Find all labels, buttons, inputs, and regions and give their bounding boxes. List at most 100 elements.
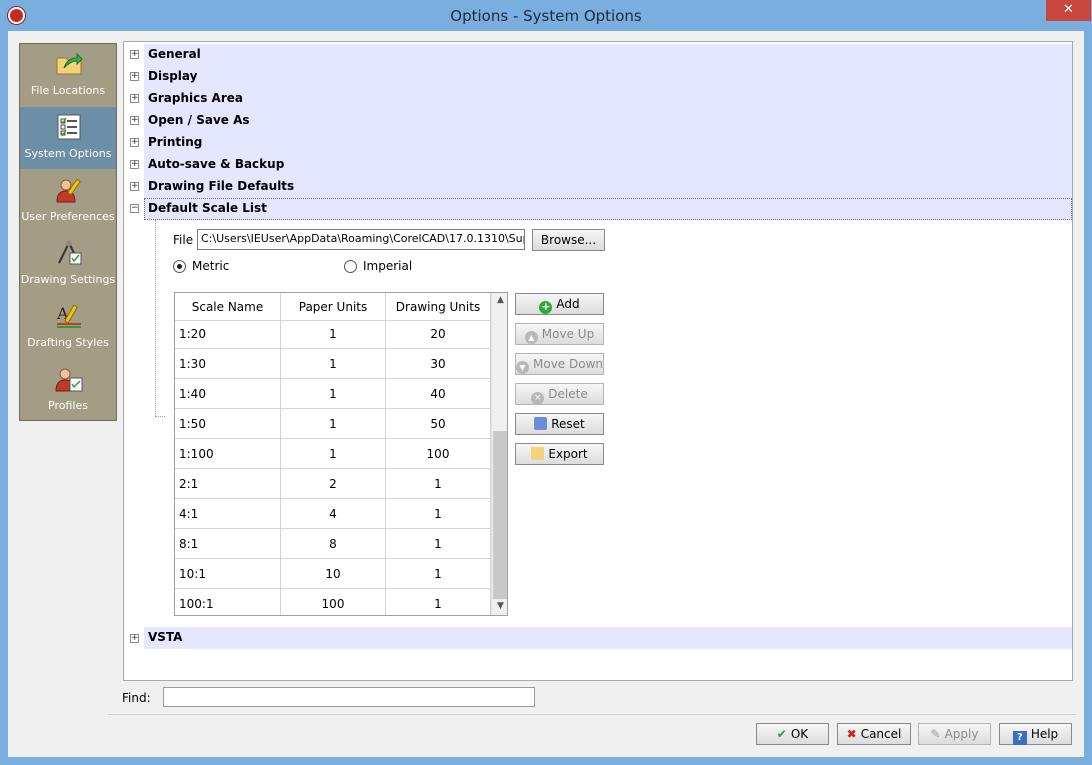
find-input[interactable] <box>163 687 535 707</box>
table-cell: 1 <box>386 469 491 499</box>
table-cell: 1:50 <box>175 409 281 439</box>
section-general[interactable]: General <box>144 44 1072 66</box>
footer-divider <box>108 714 1076 715</box>
move-up-button[interactable]: ▲ Move Up <box>515 323 604 345</box>
scale-file-path-field[interactable]: C:\Users\IEUser\AppData\Roaming\CorelCAD… <box>197 229 525 250</box>
table-row[interactable]: 1:40 1 40 <box>175 379 491 409</box>
sidebar-item-drafting-styles[interactable]: A Drafting Styles <box>20 296 116 358</box>
sidebar-item-file-locations[interactable]: File Locations <box>20 44 116 106</box>
sidebar-item-system-options[interactable]: System Options <box>20 107 116 169</box>
tree-guide-line <box>155 220 156 416</box>
expand-icon[interactable]: + <box>130 72 139 81</box>
scroll-up-icon[interactable]: ▲ <box>492 293 507 308</box>
table-cell: 1 <box>386 529 491 559</box>
section-display[interactable]: Display <box>144 66 1072 88</box>
plus-icon: + <box>539 300 553 314</box>
section-vsta[interactable]: VSTA <box>144 627 1072 649</box>
apply-icon: ✎ <box>930 727 941 741</box>
table-cell: 40 <box>386 379 491 409</box>
expand-icon[interactable]: + <box>130 634 139 643</box>
help-button[interactable]: ? Help <box>999 723 1072 745</box>
table-row[interactable]: 1:50 1 50 <box>175 409 491 439</box>
section-printing[interactable]: Printing <box>144 132 1072 154</box>
delete-x-icon: × <box>531 392 545 405</box>
imperial-label[interactable]: Imperial <box>363 259 412 273</box>
expand-icon[interactable]: + <box>130 50 139 59</box>
scrollbar-thumb[interactable] <box>493 431 507 599</box>
table-row[interactable]: 10:1 10 1 <box>175 559 491 589</box>
browse-button[interactable]: Browse... <box>532 229 605 251</box>
table-vertical-scrollbar[interactable]: ▲ ▼ <box>491 293 507 615</box>
table-row[interactable]: 2:1 2 1 <box>175 469 491 499</box>
reset-button[interactable]: Reset <box>515 413 604 435</box>
expand-icon[interactable]: + <box>130 116 139 125</box>
sidebar-item-drawing-settings[interactable]: Drawing Settings <box>20 233 116 295</box>
collapse-icon[interactable]: − <box>130 204 139 213</box>
sidebar-item-label: System Options <box>24 147 112 160</box>
help-icon: ? <box>1012 731 1027 745</box>
table-row[interactable]: 8:1 8 1 <box>175 529 491 559</box>
table-cell: 1 <box>386 499 491 529</box>
table-cell: 1 <box>281 379 386 409</box>
apply-button[interactable]: ✎ Apply <box>918 723 991 745</box>
sidebar-item-label: Drafting Styles <box>27 336 109 349</box>
export-button[interactable]: Export <box>515 443 604 465</box>
table-cell: 100 <box>281 589 386 615</box>
table-row[interactable]: 1:100 1 100 <box>175 439 491 469</box>
section-drawing-file-defaults[interactable]: Drawing File Defaults <box>144 176 1072 198</box>
table-cell: 8 <box>281 529 386 559</box>
section-graphics-area[interactable]: Graphics Area <box>144 88 1072 110</box>
sidebar-item-label: File Locations <box>30 84 106 97</box>
imperial-radio[interactable] <box>344 260 357 273</box>
metric-radio[interactable] <box>173 260 186 273</box>
arrow-down-icon: ▼ <box>516 361 529 374</box>
table-row[interactable]: 1:20 1 20 <box>175 319 491 349</box>
table-cell: 1:100 <box>175 439 281 469</box>
table-cell: 1 <box>281 349 386 379</box>
folder-arrow-icon <box>56 52 83 75</box>
user-pencil-icon <box>56 178 81 203</box>
cancel-button[interactable]: ✖ Cancel <box>837 723 911 745</box>
expand-icon[interactable]: + <box>130 138 139 147</box>
cancel-x-icon: ✖ <box>846 727 857 741</box>
table-cell: 1 <box>386 559 491 589</box>
table-row[interactable]: 4:1 4 1 <box>175 499 491 529</box>
section-auto-save-backup[interactable]: Auto-save & Backup <box>144 154 1072 176</box>
expand-icon[interactable]: + <box>130 182 139 191</box>
section-open-save-as[interactable]: Open / Save As <box>144 110 1072 132</box>
scale-list-table: Scale Name Paper Units Drawing Units 1:2… <box>174 292 508 616</box>
sidebar-item-user-preferences[interactable]: User Preferences <box>20 170 116 232</box>
table-cell: 1 <box>386 589 491 615</box>
table-cell: 1 <box>281 409 386 439</box>
checklist-icon <box>57 114 81 140</box>
delete-button[interactable]: × Delete <box>515 383 604 405</box>
expand-icon[interactable]: + <box>130 94 139 103</box>
table-cell: 1:40 <box>175 379 281 409</box>
profiles-icon <box>55 368 83 392</box>
table-cell: 1:20 <box>175 319 281 349</box>
sidebar-item-profiles[interactable]: Profiles <box>20 359 116 421</box>
options-window: Options - System Options ✕ File Location… <box>0 0 1092 765</box>
table-row[interactable]: 100:1 100 1 <box>175 589 491 615</box>
category-sidebar: File Locations System Options User Prefe… <box>19 43 117 421</box>
table-row[interactable]: 1:30 1 30 <box>175 349 491 379</box>
table-cell: 1:30 <box>175 349 281 379</box>
column-header-drawing-units[interactable]: Drawing Units <box>386 293 491 321</box>
file-label: File <box>173 233 194 247</box>
close-button[interactable]: ✕ <box>1046 0 1091 21</box>
sidebar-item-label: Drawing Settings <box>20 273 116 286</box>
column-header-scale-name[interactable]: Scale Name <box>175 293 281 321</box>
title-bar[interactable]: Options - System Options ✕ <box>0 0 1092 32</box>
table-cell: 4:1 <box>175 499 281 529</box>
drafting-styles-icon: A <box>56 304 81 328</box>
options-tree-panel: + General + Display + Graphics Area + Op… <box>123 41 1073 681</box>
ok-button[interactable]: ✔ OK <box>756 723 829 745</box>
metric-label[interactable]: Metric <box>192 259 229 273</box>
section-default-scale-list[interactable]: Default Scale List <box>144 198 1072 220</box>
column-header-paper-units[interactable]: Paper Units <box>281 293 386 321</box>
add-button[interactable]: + Add <box>515 293 604 315</box>
expand-icon[interactable]: + <box>130 160 139 169</box>
scroll-down-icon[interactable]: ▼ <box>492 599 507 614</box>
table-cell: 100 <box>386 439 491 469</box>
move-down-button[interactable]: ▼ Move Down <box>515 353 604 375</box>
